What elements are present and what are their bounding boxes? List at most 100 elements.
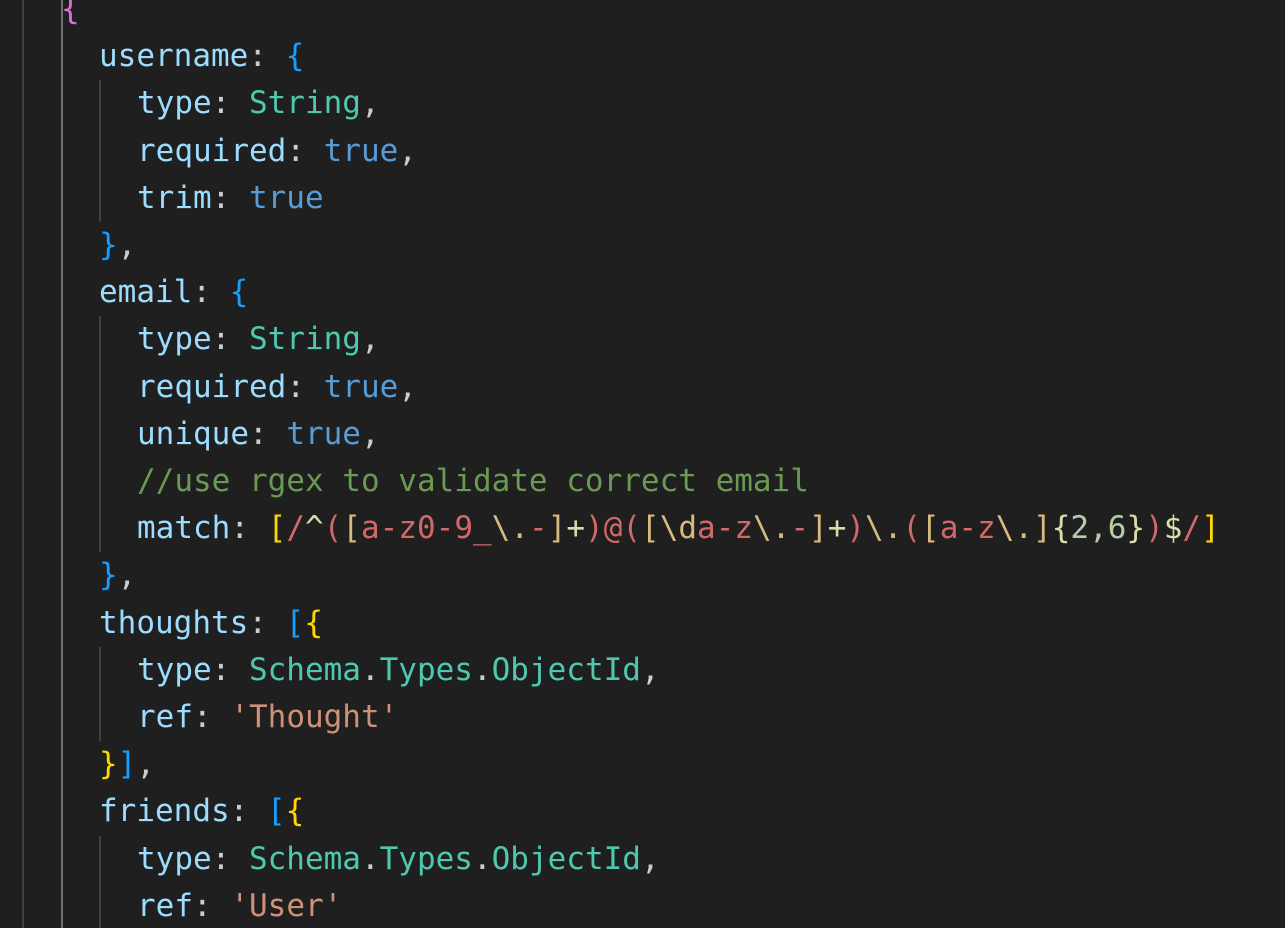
code-token: , xyxy=(398,132,417,169)
code-line[interactable]: type: String, xyxy=(0,80,1285,127)
code-token: [ xyxy=(641,510,660,547)
code-line[interactable]: required: true, xyxy=(0,364,1285,411)
code-token: a-z0-9_ xyxy=(361,510,492,547)
code-token: } xyxy=(99,227,118,263)
code-token: : xyxy=(229,793,267,830)
code-token: ( xyxy=(622,510,642,547)
code-token: trim xyxy=(137,179,212,216)
code-token: { xyxy=(229,274,249,311)
code-line[interactable]: }], xyxy=(0,741,1285,788)
code-token: : xyxy=(211,651,249,688)
code-token: username xyxy=(99,38,249,75)
code-line[interactable]: required: true, xyxy=(0,128,1285,175)
code-token: : xyxy=(192,274,230,311)
code-token: , xyxy=(117,227,137,263)
code-token: ] xyxy=(547,510,567,547)
code-line[interactable]: match: [/^([a-z0-9_\.-]+)@([\da-z\.-]+)\… xyxy=(0,505,1285,552)
code-token: Schema xyxy=(248,651,361,688)
code-token: , xyxy=(640,651,660,688)
code-token: type xyxy=(137,840,212,877)
code-line[interactable]: type: Schema.Types.ObjectId, xyxy=(0,836,1285,883)
code-token: . xyxy=(360,651,380,688)
code-token: match xyxy=(137,510,231,547)
code-token: [ xyxy=(921,510,940,547)
code-token: type xyxy=(137,85,212,122)
code-token: \. xyxy=(491,510,529,547)
code-token: \. xyxy=(865,510,903,547)
code-token: required xyxy=(137,132,287,169)
code-token: : xyxy=(211,321,249,358)
code-token: thoughts xyxy=(99,604,249,641)
code-token: ( xyxy=(323,510,343,547)
code-token: } xyxy=(1126,510,1146,547)
code-line[interactable]: ref: 'User' xyxy=(0,883,1285,928)
code-token: ObjectId xyxy=(491,840,641,877)
code-token: : xyxy=(211,85,249,122)
code-line[interactable]: ref: 'Thought' xyxy=(0,694,1285,741)
code-token: . xyxy=(360,840,380,877)
code-token: , xyxy=(360,321,380,358)
code-token: true xyxy=(248,179,324,216)
code-token: [ xyxy=(285,604,305,641)
code-token: ] xyxy=(117,746,137,783)
code-line[interactable]: { xyxy=(0,0,1285,33)
code-token: friends xyxy=(99,793,230,830)
code-token: @ xyxy=(603,510,623,547)
code-token: { xyxy=(61,0,80,27)
code-token: - xyxy=(790,510,810,547)
code-token: Types xyxy=(379,840,473,877)
code-line[interactable]: username: { xyxy=(0,33,1285,80)
code-token: type xyxy=(137,321,212,358)
code-token: } xyxy=(99,746,118,783)
code-token: : xyxy=(248,38,286,75)
code-token: : xyxy=(193,699,231,735)
code-token: ] xyxy=(1201,510,1220,547)
code-line[interactable]: trim: true xyxy=(0,175,1285,222)
code-token: ( xyxy=(902,510,922,547)
code-token: { xyxy=(285,793,305,830)
code-token: \. xyxy=(995,510,1034,547)
code-token: 2,6 xyxy=(1070,510,1127,547)
code-token: email xyxy=(99,274,193,311)
code-token: ] xyxy=(1033,510,1052,547)
code-token: : xyxy=(286,132,324,169)
code-token: ^ xyxy=(305,510,324,547)
code-token: : xyxy=(211,840,249,877)
code-line[interactable]: //use rgex to validate correct email xyxy=(0,458,1285,505)
code-line[interactable]: type: Schema.Types.ObjectId, xyxy=(0,647,1285,694)
code-line[interactable]: friends: [{ xyxy=(0,788,1285,835)
code-token: ObjectId xyxy=(491,651,641,688)
code-token: : xyxy=(286,368,324,405)
code-line[interactable]: type: String, xyxy=(0,316,1285,363)
code-token: , xyxy=(117,557,137,594)
code-token: / xyxy=(286,510,305,547)
code-token: Types xyxy=(379,651,473,688)
code-token: ) xyxy=(846,510,866,547)
code-token: [ xyxy=(267,510,287,547)
code-editor[interactable]: {username: {type: String, required: true,… xyxy=(0,0,1285,928)
code-token: a-z xyxy=(697,510,754,547)
code-token: //use rgex to validate correct email xyxy=(137,463,809,499)
code-token: \. xyxy=(753,510,791,547)
code-token: . xyxy=(472,840,492,877)
code-token: true xyxy=(286,415,361,452)
code-token: type xyxy=(137,651,212,688)
code-token: , xyxy=(360,415,380,452)
code-line[interactable]: email: { xyxy=(0,269,1285,316)
code-token: { xyxy=(1051,510,1071,547)
code-token: unique xyxy=(137,415,249,452)
code-token: : xyxy=(211,179,249,216)
code-token: ) xyxy=(1145,510,1164,547)
code-token: { xyxy=(304,604,323,641)
code-token: : xyxy=(248,604,286,641)
code-line[interactable]: unique: true, xyxy=(0,411,1285,458)
code-token: : xyxy=(230,510,268,547)
code-token: [ xyxy=(266,793,286,830)
code-line[interactable]: }, xyxy=(0,552,1285,599)
code-token: , xyxy=(640,840,660,877)
code-line[interactable]: }, xyxy=(0,222,1285,269)
code-token: . xyxy=(472,651,492,688)
code-token: String xyxy=(248,85,361,122)
code-token: $ xyxy=(1163,510,1183,547)
code-line[interactable]: thoughts: [{ xyxy=(0,600,1285,647)
